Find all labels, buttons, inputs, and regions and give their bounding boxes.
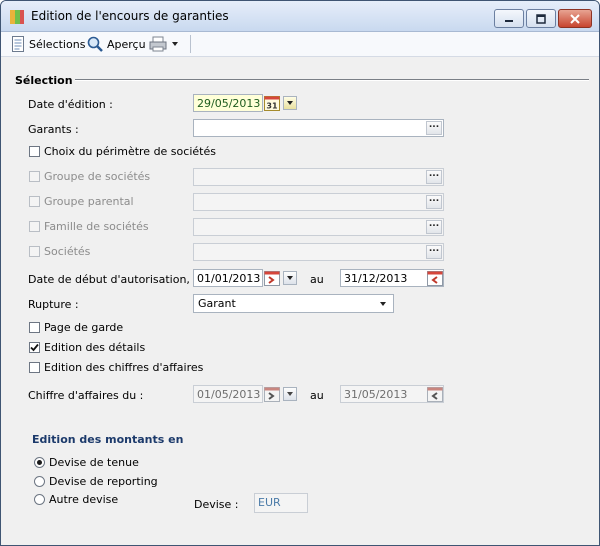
date-debut-from-field[interactable]: 01/01/2013 [193, 269, 263, 287]
societes-field[interactable]: ... [193, 243, 444, 261]
autre-devise-label: Autre devise [49, 493, 119, 506]
toolbar-separator [190, 35, 191, 53]
devise-reporting-radio[interactable] [34, 476, 45, 487]
famille-societes-browse-button[interactable]: ... [426, 220, 442, 234]
devise-tenue-label: Devise de tenue [49, 456, 139, 469]
autre-devise-radio[interactable] [34, 494, 45, 505]
apercu-label: Aperçu [107, 37, 146, 51]
chevron-down-icon [380, 302, 386, 306]
groupe-societes-browse-button[interactable]: ... [426, 170, 442, 184]
ca-au-label: au [310, 389, 324, 402]
societes-browse-button[interactable]: ... [426, 245, 442, 259]
devise-tenue-radio[interactable] [34, 457, 45, 468]
selection-section-title: Sélection [15, 74, 73, 87]
calendar-next-icon [264, 271, 280, 286]
maximize-icon [536, 13, 546, 24]
svg-text:31: 31 [266, 102, 278, 111]
document-icon [12, 36, 24, 52]
montants-section-title: Edition des montants en [32, 433, 184, 446]
edition-details-label: Edition des détails [44, 341, 146, 354]
ca-from-field[interactable]: 01/05/2013 [193, 385, 263, 403]
date-debut-au-label: au [310, 273, 324, 286]
chevron-down-icon [287, 276, 293, 280]
garants-browse-button[interactable]: ... [426, 121, 442, 135]
date-edition-label: Date d'édition : [28, 98, 113, 111]
ca-from-calendar[interactable] [264, 386, 280, 402]
groupe-parental-browse-button[interactable]: ... [426, 195, 442, 209]
rupture-label: Rupture : [28, 298, 79, 311]
edition-details-checkbox[interactable] [29, 342, 40, 353]
groupe-societes-label: Groupe de sociétés [44, 170, 151, 183]
selections-button[interactable]: Sélections [11, 35, 85, 53]
date-debut-from-dropdown[interactable] [283, 271, 297, 285]
chevron-down-icon [287, 392, 293, 396]
calendar-prev-icon [427, 387, 443, 402]
calendar-next-icon [264, 387, 280, 402]
section-divider [75, 79, 589, 81]
apercu-button[interactable]: Aperçu [87, 35, 146, 53]
devise-reporting-label: Devise de reporting [49, 475, 158, 488]
calendar-prev-icon [427, 271, 443, 286]
famille-societes-field[interactable]: ... [193, 218, 444, 236]
calendar-31-icon: 31 [264, 96, 280, 111]
print-button[interactable] [149, 35, 179, 53]
edition-chiffres-label: Edition des chiffres d'affaires [44, 361, 204, 374]
garants-field[interactable]: ... [193, 119, 444, 137]
report-window: Edition de l'encours de garanties Sélect… [0, 0, 600, 546]
date-edition-field[interactable]: 29/05/2013 [193, 94, 263, 112]
famille-societes-checkbox[interactable] [29, 221, 40, 232]
maximize-button[interactable] [526, 9, 556, 28]
ca-from-dropdown[interactable] [283, 387, 297, 401]
printer-icon [149, 36, 167, 52]
minimize-button[interactable] [494, 9, 524, 28]
toolbar: Sélections Aperçu [1, 32, 599, 57]
selections-label: Sélections [29, 37, 86, 51]
famille-societes-label: Famille de sociétés [44, 220, 149, 233]
garants-label: Garants : [28, 123, 79, 136]
page-garde-checkbox[interactable] [29, 322, 40, 333]
chiffre-affaires-label: Chiffre d'affaires du : [28, 389, 144, 402]
window-title: Edition de l'encours de garanties [31, 9, 229, 23]
close-icon [570, 13, 580, 24]
ca-to-calendar[interactable] [427, 386, 443, 402]
checkmark-icon [30, 343, 39, 352]
title-bar: Edition de l'encours de garanties [1, 1, 599, 32]
groupe-societes-field[interactable]: ... [193, 168, 444, 186]
page-garde-label: Page de garde [44, 321, 124, 334]
form-content: Sélection Date d'édition : 29/05/2013 31… [1, 57, 599, 545]
date-debut-label: Date de début d'autorisation, du : [28, 273, 215, 286]
app-icon [10, 10, 24, 24]
devise-field[interactable]: EUR [254, 493, 308, 513]
devise-label: Devise : [194, 498, 239, 511]
minimize-icon [505, 19, 513, 22]
edition-chiffres-checkbox[interactable] [29, 362, 40, 373]
groupe-parental-label: Groupe parental [44, 195, 134, 208]
date-debut-to-calendar[interactable] [427, 270, 443, 286]
societes-label: Sociétés [44, 245, 91, 258]
close-button[interactable] [558, 9, 592, 28]
date-edition-dropdown[interactable] [283, 96, 297, 110]
calendar-icon[interactable]: 31 [264, 95, 280, 111]
choix-perimetre-label: Choix du périmètre de sociétés [44, 145, 216, 158]
rupture-select[interactable]: Garant [193, 294, 394, 313]
societes-checkbox[interactable] [29, 246, 40, 257]
groupe-parental-field[interactable]: ... [193, 193, 444, 211]
date-debut-from-calendar[interactable] [264, 270, 280, 286]
chevron-down-icon [287, 101, 293, 105]
chevron-down-icon [172, 42, 178, 46]
rupture-value: Garant [198, 297, 236, 310]
groupe-parental-checkbox[interactable] [29, 196, 40, 207]
magnifier-icon [87, 36, 103, 52]
groupe-societes-checkbox[interactable] [29, 171, 40, 182]
radio-selected-dot [37, 460, 42, 465]
choix-perimetre-checkbox[interactable] [29, 146, 40, 157]
